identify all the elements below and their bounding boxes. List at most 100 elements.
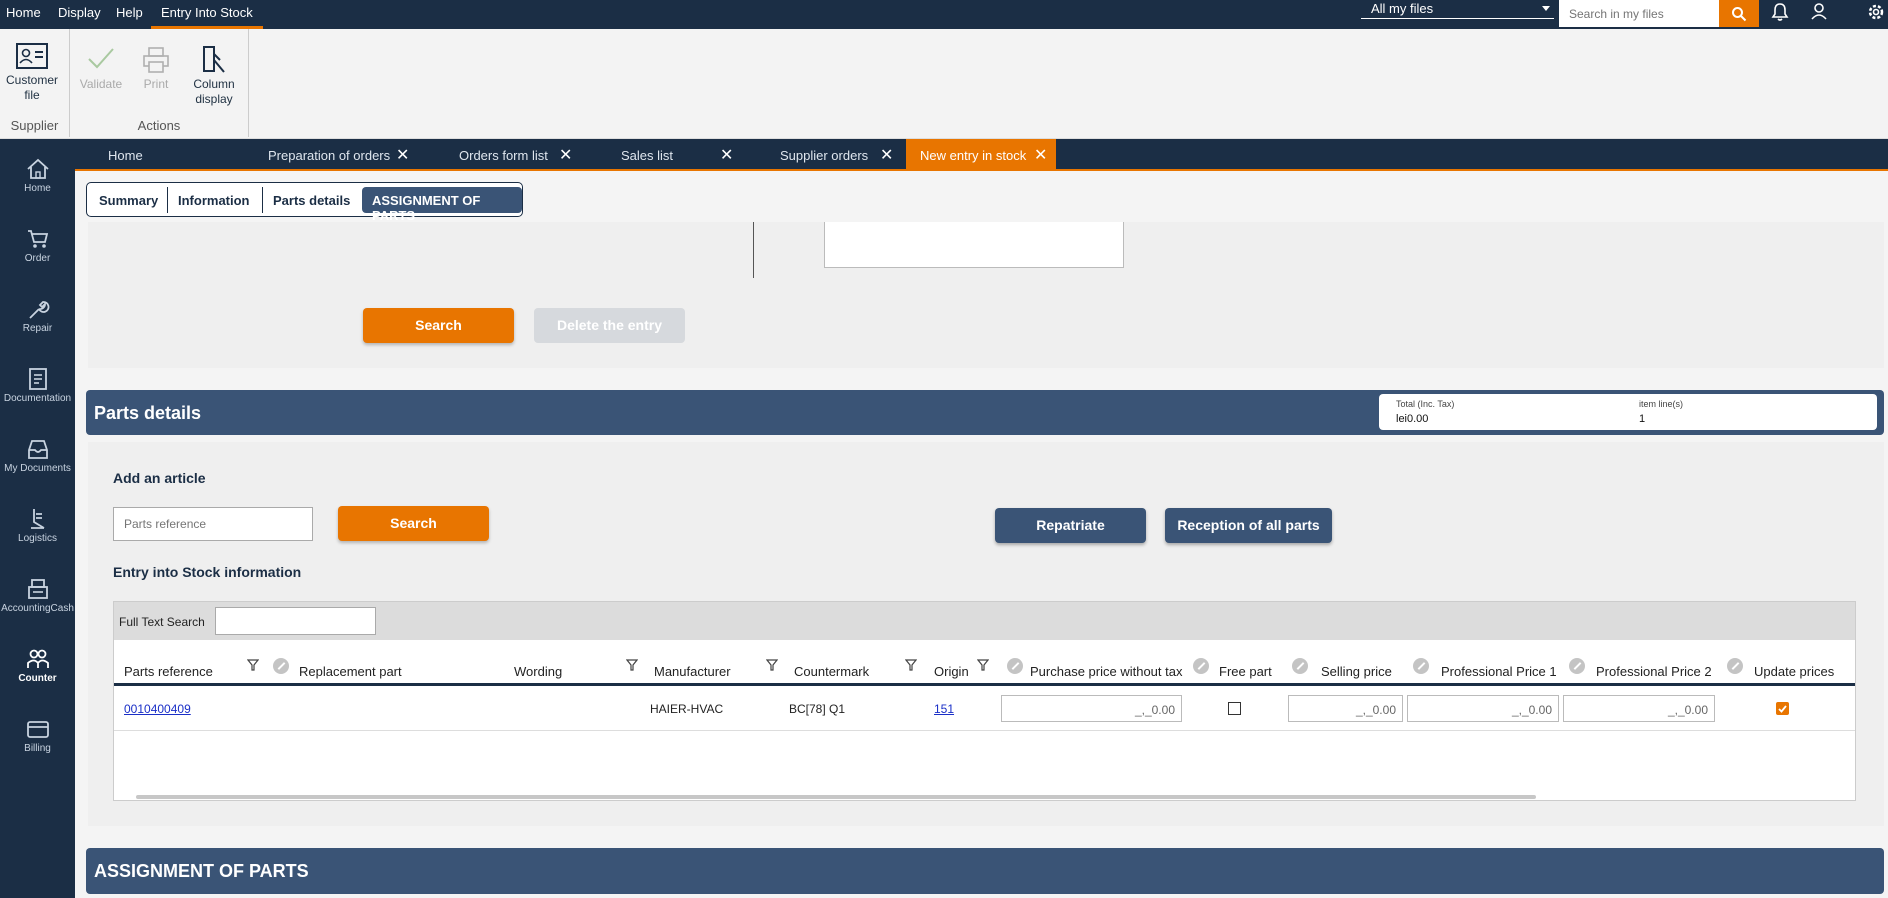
full-text-search-input[interactable]: [215, 607, 376, 635]
row-divider: [114, 730, 1855, 731]
search-files-button[interactable]: [1719, 0, 1759, 27]
tab-preparation-of-orders[interactable]: Preparation of orders ✕: [268, 139, 428, 169]
cash-register-icon: [27, 579, 48, 599]
sidebar-item-repair[interactable]: Repair: [0, 298, 75, 334]
tab-label: Supplier orders: [780, 148, 869, 163]
cell-parts-reference[interactable]: 0010400409: [124, 702, 191, 716]
col-update-prices[interactable]: Update prices: [1754, 664, 1834, 679]
wallet-icon: [26, 721, 49, 738]
main-sidebar: Home Order Repair Documentation My Docum…: [0, 139, 75, 898]
files-scope-value: All my files: [1371, 1, 1434, 16]
col-manufacturer[interactable]: Manufacturer: [654, 664, 731, 679]
id-card-icon: [16, 43, 48, 69]
sidebar-item-order[interactable]: Order: [0, 228, 75, 264]
menu-help[interactable]: Help: [116, 5, 143, 20]
edit-icon[interactable]: [1727, 658, 1743, 674]
professional-price-1-input[interactable]: _,_0.00: [1407, 695, 1559, 722]
tab-sales-list[interactable]: Sales list ✕: [621, 139, 771, 169]
total-value: lei0.00: [1396, 413, 1429, 425]
sidebar-label-accountingcash: AccountingCash: [1, 603, 74, 614]
subtab-parts-details[interactable]: Parts details: [262, 187, 360, 213]
edit-icon[interactable]: [1292, 658, 1308, 674]
col-parts-reference[interactable]: Parts reference: [124, 664, 213, 679]
entry-info-heading: Entry into Stock information: [113, 564, 302, 580]
sidebar-item-documentation[interactable]: Documentation: [0, 368, 75, 404]
gear-icon[interactable]: [1866, 2, 1886, 25]
column-display-icon: [203, 46, 225, 73]
tab-orders-form-list[interactable]: Orders form list ✕: [459, 139, 609, 169]
col-purchase-price[interactable]: Purchase price without tax: [1030, 664, 1182, 679]
subtab-information[interactable]: Information: [167, 187, 260, 213]
item-lines-value: 1: [1639, 413, 1646, 425]
close-icon[interactable]: ✕: [559, 145, 572, 165]
parts-reference-input[interactable]: [113, 507, 313, 541]
sidebar-label-counter: Counter: [18, 673, 57, 684]
search-button[interactable]: Search: [363, 308, 514, 343]
edit-icon[interactable]: [273, 658, 289, 674]
selling-price-input[interactable]: _,_0.00: [1288, 695, 1403, 722]
subtab-summary[interactable]: Summary: [89, 187, 168, 213]
edit-icon[interactable]: [1007, 658, 1023, 674]
sidebar-item-logistics[interactable]: Logistics: [0, 508, 75, 544]
horizontal-scrollbar[interactable]: [136, 795, 1536, 799]
edit-icon[interactable]: [1193, 658, 1209, 674]
purchase-price-input[interactable]: _,_0.00: [1001, 695, 1182, 722]
sidebar-item-counter[interactable]: Counter: [0, 648, 75, 684]
repatriate-button[interactable]: Repatriate: [995, 508, 1146, 543]
filter-icon[interactable]: [247, 658, 259, 672]
sidebar-label-order: Order: [24, 253, 51, 264]
edit-icon[interactable]: [1413, 658, 1429, 674]
filter-icon[interactable]: [626, 658, 638, 672]
customer-file-label: Customer file: [5, 73, 58, 102]
user-icon[interactable]: [1810, 2, 1828, 25]
search-files-input[interactable]: [1559, 0, 1719, 27]
col-professional-price-2[interactable]: Professional Price 2: [1596, 664, 1712, 679]
sidebar-item-accountingcash[interactable]: AccountingCash: [0, 578, 75, 614]
free-part-checkbox[interactable]: [1228, 702, 1241, 715]
customer-file-button[interactable]: Customer file: [0, 43, 64, 103]
col-professional-price-1[interactable]: Professional Price 1: [1441, 664, 1557, 679]
filter-icon[interactable]: [977, 658, 989, 672]
professional-price-2-input[interactable]: _,_0.00: [1563, 695, 1715, 722]
totals-summary: Total (Inc. Tax) lei0.00 item line(s) 1: [1379, 394, 1877, 430]
print-button[interactable]: Print: [134, 47, 178, 92]
filter-icon[interactable]: [905, 658, 917, 672]
tab-label: Sales list: [621, 148, 674, 163]
cell-origin[interactable]: 151: [934, 702, 954, 716]
delete-entry-button[interactable]: Delete the entry: [534, 308, 685, 343]
filter-icon[interactable]: [766, 658, 778, 672]
update-prices-checkbox[interactable]: [1776, 702, 1789, 715]
close-icon[interactable]: ✕: [396, 145, 409, 165]
grid-header-divider: [114, 683, 1855, 686]
validate-button[interactable]: Validate: [76, 47, 126, 92]
tab-new-entry-in-stock[interactable]: New entry in stock ✕: [906, 139, 1056, 169]
col-free-part[interactable]: Free part: [1219, 664, 1272, 679]
col-countermark[interactable]: Countermark: [794, 664, 869, 679]
reception-all-parts-button[interactable]: Reception of all parts: [1165, 508, 1332, 543]
bell-icon[interactable]: [1771, 2, 1789, 25]
tab-home[interactable]: Home: [108, 139, 208, 169]
sidebar-item-my-documents[interactable]: My Documents: [0, 438, 75, 474]
menu-entry-into-stock[interactable]: Entry Into Stock: [151, 0, 263, 29]
close-icon[interactable]: ✕: [1034, 145, 1047, 165]
files-scope-select[interactable]: All my files: [1361, 0, 1554, 19]
item-lines-label: item line(s): [1639, 399, 1684, 409]
col-replacement-part[interactable]: Replacement part: [299, 664, 402, 679]
comment-textarea[interactable]: [824, 222, 1124, 268]
sidebar-item-home[interactable]: Home: [0, 158, 75, 194]
search-article-button[interactable]: Search: [338, 506, 489, 541]
col-wording[interactable]: Wording: [514, 664, 562, 679]
col-origin[interactable]: Origin: [934, 664, 969, 679]
sidebar-item-billing[interactable]: Billing: [0, 718, 75, 754]
col-selling-price[interactable]: Selling price: [1321, 664, 1392, 679]
menu-home[interactable]: Home: [6, 5, 41, 20]
parts-details-title: Parts details: [94, 403, 202, 423]
menu-display[interactable]: Display: [58, 5, 101, 20]
close-icon[interactable]: ✕: [720, 145, 733, 165]
subtab-assignment-of-parts[interactable]: ASSIGNMENT OF PARTS: [362, 187, 522, 223]
edit-icon[interactable]: [1569, 658, 1585, 674]
ribbon-group-supplier: Customer file Supplier: [0, 29, 70, 137]
document-icon: [28, 368, 47, 390]
close-icon[interactable]: ✕: [880, 145, 893, 165]
column-display-button[interactable]: Column display: [182, 46, 246, 107]
